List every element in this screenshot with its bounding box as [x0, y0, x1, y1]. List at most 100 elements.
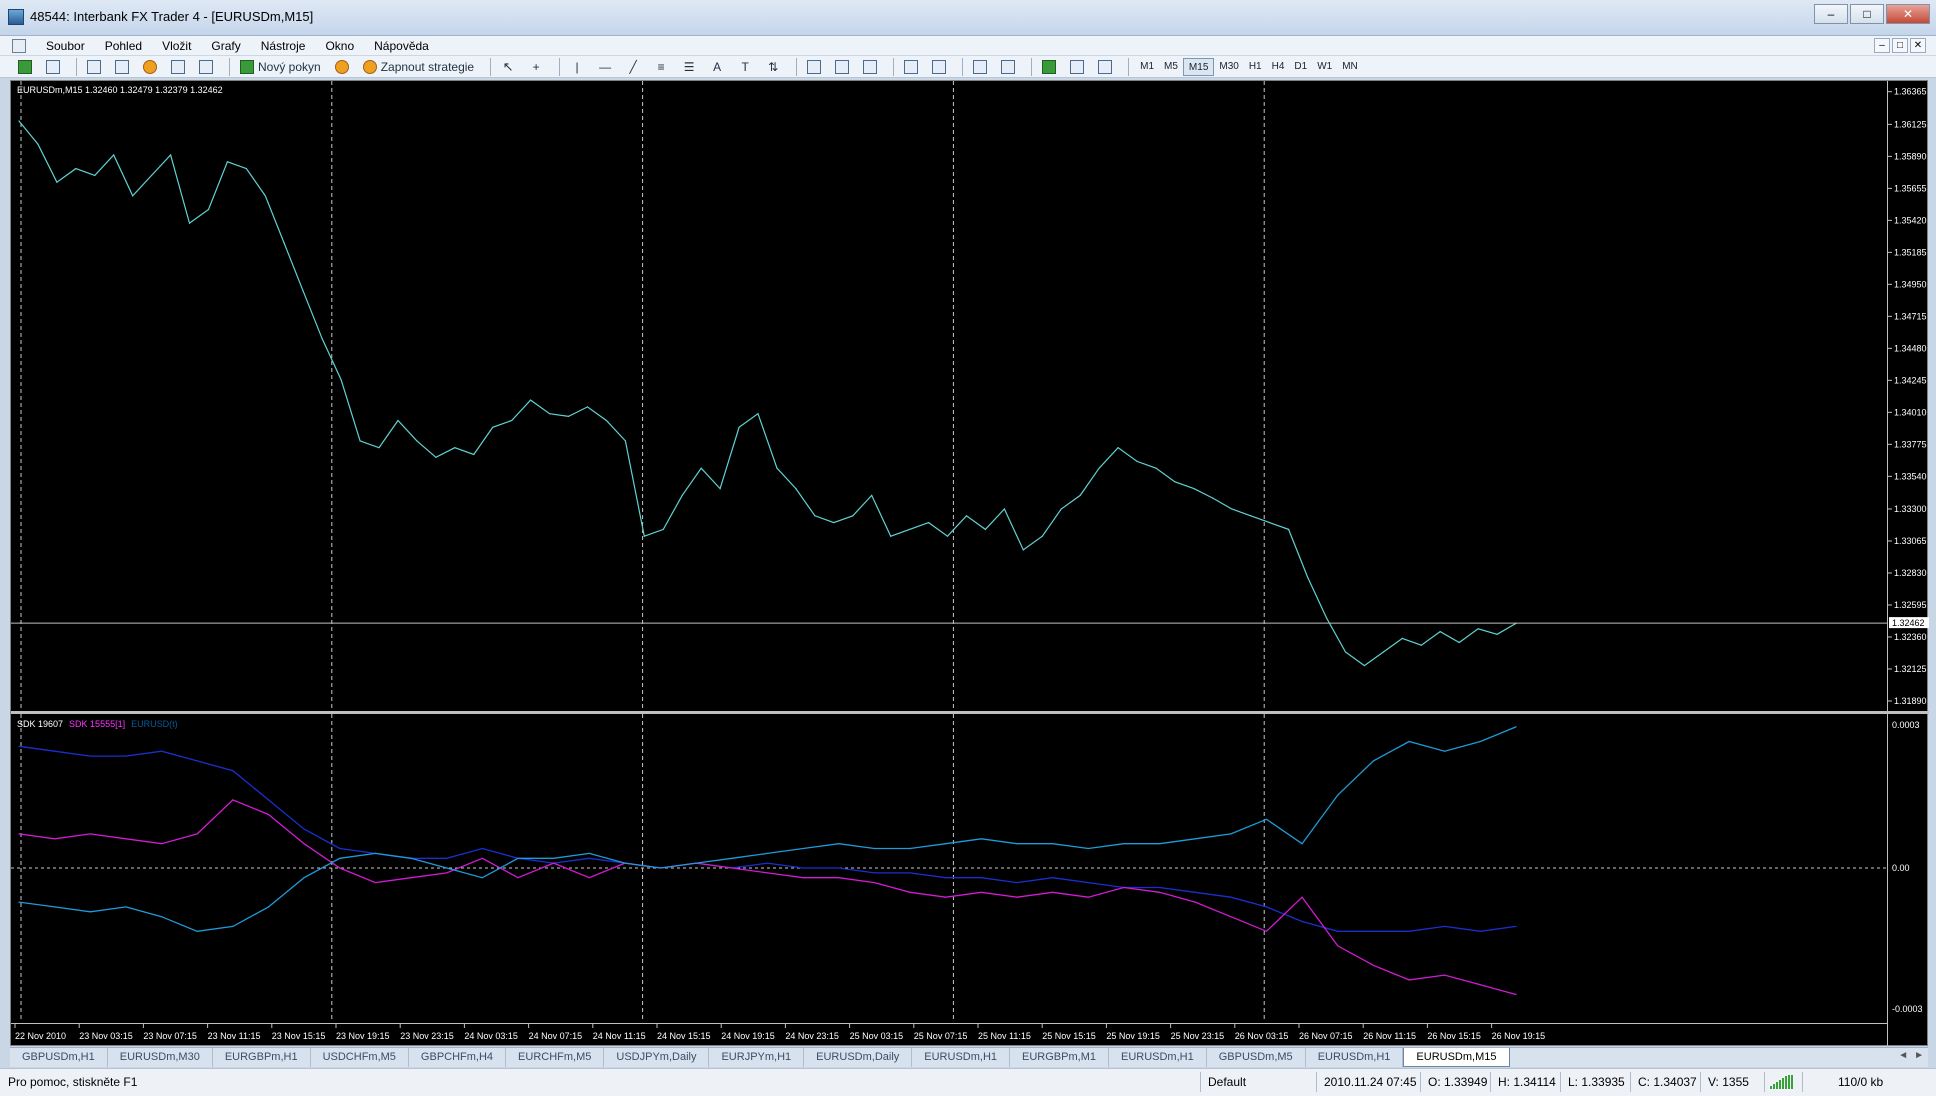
period-button-mn[interactable]: MN [1337, 58, 1363, 76]
channel-tool[interactable]: ≡ [650, 58, 672, 76]
indicator-point [267, 906, 270, 908]
strategies-button[interactable]: Zapnout strategie [359, 58, 478, 76]
chart-tab[interactable]: EURUSDm,M15 [1403, 1048, 1510, 1067]
price-tick-label: 1.34950 [1894, 279, 1927, 289]
mdi-close-button[interactable]: ✕ [1910, 38, 1926, 53]
tab-scroll-right-icon[interactable]: ► [1914, 1050, 1924, 1061]
chart-tab[interactable]: GBPUSDm,H1 [10, 1048, 108, 1067]
templates-icon [1098, 59, 1113, 74]
market-watch-button[interactable] [83, 58, 105, 76]
bar-chart-button[interactable] [803, 58, 825, 76]
fibonacci-tool[interactable]: ☰ [678, 58, 700, 76]
price-tick-label: 1.35890 [1894, 151, 1927, 161]
chart-tab[interactable]: EURUSDm,Daily [804, 1048, 913, 1067]
chart-tab[interactable]: EURUSDm,H1 [1109, 1048, 1207, 1067]
mdi-restore-button[interactable]: □ [1892, 38, 1908, 53]
arrows-tool[interactable]: ⇅ [762, 58, 784, 76]
navigator-button[interactable] [139, 58, 161, 76]
data-window-button[interactable] [111, 58, 133, 76]
price-point [1401, 637, 1403, 640]
menu-item-6[interactable]: Nápověda [364, 39, 439, 54]
menu-item-3[interactable]: Grafy [201, 39, 250, 54]
price-point [1003, 508, 1006, 510]
crosshair-tool[interactable]: + [525, 58, 547, 76]
connection-signal-icon[interactable] [1770, 1075, 1796, 1089]
tester-button[interactable] [195, 58, 217, 76]
chart-tab[interactable]: EURGBPm,H1 [213, 1048, 311, 1067]
menu-item-2[interactable]: Vložit [152, 39, 201, 54]
maximize-button[interactable]: □ [1850, 4, 1884, 24]
chart-tab[interactable]: EURUSDm,H1 [1306, 1048, 1404, 1067]
terminal-button[interactable] [167, 58, 189, 76]
indicators-button[interactable] [1038, 58, 1060, 76]
label-tool[interactable]: T [734, 58, 756, 76]
chart-tab[interactable]: GBPUSDm,M5 [1207, 1048, 1306, 1067]
price-point [283, 242, 285, 245]
chart-tab[interactable]: EURCHFm,M5 [506, 1048, 605, 1067]
cursor-tool[interactable]: ↖ [497, 58, 519, 76]
chart-tab[interactable]: USDCHFm,M5 [311, 1048, 409, 1067]
mdi-minimize-button[interactable]: – [1874, 38, 1890, 53]
autoscroll-button[interactable] [969, 58, 991, 76]
indicator-point [125, 838, 127, 840]
line-chart-button[interactable] [859, 58, 881, 76]
chart-tab[interactable]: EURGBPm,M1 [1010, 1048, 1109, 1067]
main-price-pane[interactable]: EURUSDm,M15 1.32460 1.32479 1.32379 1.32… [11, 81, 1887, 711]
price-point [226, 161, 228, 163]
price-point [984, 528, 987, 530]
vertical-line-tool[interactable]: | [566, 58, 588, 76]
menu-item-5[interactable]: Okno [315, 39, 364, 54]
period-button-d1[interactable]: D1 [1289, 58, 1312, 76]
period-button-h1[interactable]: H1 [1244, 58, 1267, 76]
menu-item-1[interactable]: Pohled [95, 39, 152, 54]
chart-tab[interactable]: EURJPYm,H1 [709, 1048, 805, 1067]
alert-button[interactable] [331, 58, 353, 76]
indicator-point [161, 843, 163, 845]
periods-button[interactable] [1066, 58, 1088, 76]
period-button-w1[interactable]: W1 [1312, 58, 1337, 76]
period-button-m5[interactable]: M5 [1159, 58, 1183, 76]
templates-button[interactable] [1094, 58, 1116, 76]
indicator-point [1301, 896, 1303, 898]
price-scale[interactable]: 1.36365 1.36125 1.35890 1.35655 1.35420 1.351… [1887, 81, 1929, 1047]
tab-scroll-left-icon[interactable]: ◄ [1898, 1050, 1908, 1061]
indicator-point [1016, 882, 1018, 884]
minimize-button[interactable]: – [1814, 4, 1848, 24]
period-button-h4[interactable]: H4 [1267, 58, 1290, 76]
menu-item-0[interactable]: Soubor [36, 39, 95, 54]
profiles-button[interactable] [42, 58, 64, 76]
chart-tab[interactable]: EURUSDm,M30 [108, 1048, 213, 1067]
menu-item-4[interactable]: Nástroje [251, 39, 316, 54]
price-point [624, 440, 627, 442]
chart-shift-button[interactable] [997, 58, 1019, 76]
price-point [1060, 508, 1062, 510]
price-point [321, 338, 323, 340]
time-scale[interactable]: 22 Nov 2010 23 Nov 03:15 23 Nov 07:15 23 No… [11, 1023, 1887, 1047]
close-button[interactable]: ✕ [1886, 4, 1930, 24]
chart-tab[interactable]: GBPCHFm,H4 [409, 1048, 507, 1067]
chart-tab[interactable]: EURUSDm,H1 [912, 1048, 1011, 1067]
toolbar-separator [796, 57, 798, 76]
candlestick-icon [835, 59, 850, 74]
period-button-m15[interactable]: M15 [1182, 57, 1215, 76]
price-point [56, 181, 58, 183]
new-chart-button[interactable] [14, 58, 36, 76]
document-icon[interactable] [12, 39, 26, 53]
period-button-m1[interactable]: M1 [1135, 58, 1159, 76]
price-point [416, 440, 418, 442]
horizontal-line-tool[interactable]: ― [594, 58, 616, 76]
text-tool[interactable]: A [706, 58, 728, 76]
zoom-out-button[interactable] [928, 58, 950, 76]
zoom-in-button[interactable] [900, 58, 922, 76]
indicator-point [481, 847, 483, 850]
chart-tab[interactable]: USDJPYm,Daily [604, 1048, 710, 1067]
candle-chart-button[interactable] [831, 58, 853, 76]
trendline-tool[interactable]: ╱ [622, 58, 644, 76]
new-order-button[interactable]: Nový pokyn [236, 58, 325, 76]
price-point [1212, 497, 1214, 499]
indicator-pane[interactable]: SDK 19607 SDK 15555[1] EURUSD(t) [11, 714, 1887, 1021]
period-button-m30[interactable]: M30 [1214, 58, 1243, 76]
status-profile[interactable]: Default [1208, 1075, 1246, 1089]
autoscroll-icon [973, 59, 988, 74]
toolbar-separator [1031, 57, 1033, 76]
